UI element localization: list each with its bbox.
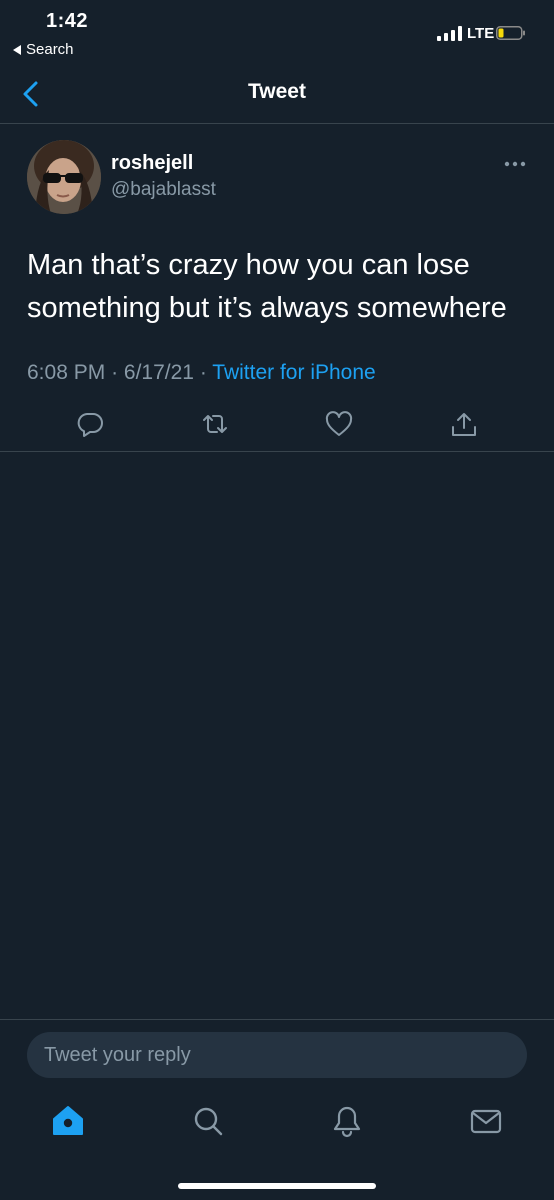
like-icon[interactable] — [324, 409, 354, 439]
signal-icon — [437, 26, 462, 41]
notifications-icon[interactable] — [330, 1104, 364, 1138]
avatar[interactable] — [27, 140, 101, 214]
back-app-label: Search — [26, 41, 74, 58]
meta-separator: · — [111, 361, 119, 384]
tweet-text-line: Man that’s crazy how you can lose — [27, 249, 470, 281]
home-indicator[interactable] — [178, 1183, 376, 1189]
page-title: Tweet — [248, 80, 306, 103]
tweet-meta: 6:08 PM · 6/17/21 · Twitter for iPhone — [27, 361, 376, 385]
user-handle[interactable]: @bajablasst — [111, 179, 216, 201]
back-to-app-button[interactable]: Search — [13, 41, 74, 58]
reply-placeholder: Tweet your reply — [44, 1044, 191, 1066]
reply-input[interactable]: Tweet your reply — [27, 1032, 527, 1078]
status-time: 1:42 — [46, 10, 89, 32]
retweet-icon[interactable] — [200, 409, 230, 439]
more-icon[interactable] — [504, 161, 526, 167]
reply-icon[interactable] — [75, 409, 105, 439]
home-icon[interactable] — [51, 1104, 85, 1138]
back-arrow-icon — [13, 44, 21, 55]
share-icon[interactable] — [449, 409, 479, 439]
tweet-divider — [0, 451, 554, 452]
tweet-date: 6/17/21 — [123, 361, 194, 384]
battery-icon — [496, 26, 525, 40]
display-name[interactable]: roshejell — [111, 152, 193, 175]
composer-divider — [0, 1019, 554, 1020]
network-label: LTE — [467, 25, 495, 42]
tweet-text-line: something but it’s always somewhere — [27, 292, 507, 324]
header-divider — [0, 123, 554, 124]
meta-separator: · — [199, 361, 207, 384]
tweet-time: 6:08 PM — [27, 361, 106, 384]
tweet-text: Man that’s crazy how you can lose someth… — [27, 244, 527, 330]
avatar-image — [27, 140, 101, 214]
tweet-source-link[interactable]: Twitter for iPhone — [212, 361, 375, 384]
search-icon[interactable] — [191, 1104, 225, 1138]
messages-icon[interactable] — [469, 1104, 503, 1138]
